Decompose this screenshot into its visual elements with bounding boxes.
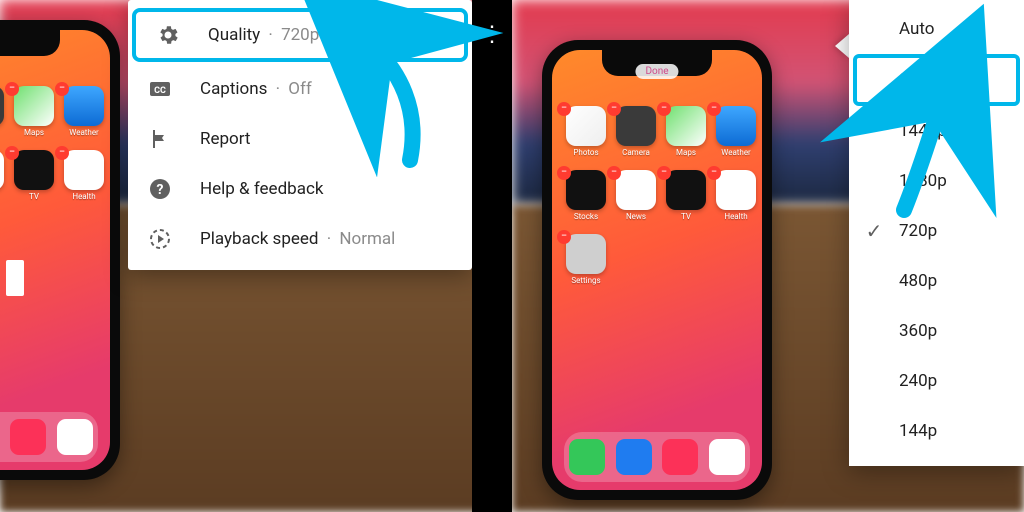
app-icon: −TV	[14, 150, 54, 204]
dock-app	[709, 439, 745, 475]
quality-label: 240p	[899, 371, 1024, 391]
quality-option[interactable]: 144p	[849, 406, 1024, 456]
app-label: TV	[681, 212, 691, 221]
app-icon: −News	[616, 170, 656, 224]
menu-item-value: Normal	[339, 229, 395, 249]
app-label: Maps	[676, 148, 696, 157]
menu-item-label: Quality	[208, 25, 260, 45]
app-label: Camera	[622, 148, 650, 157]
app-icon: −Camera	[0, 86, 4, 140]
screenshot-left: −Photos−Camera−Maps−Weather−Stocks−News−…	[0, 0, 512, 512]
app-label: Maps	[24, 128, 44, 137]
app-label: News	[626, 212, 646, 221]
app-label: Photos	[573, 148, 598, 157]
quality-option[interactable]: 480p	[849, 256, 1024, 306]
app-icon: −Stocks	[566, 170, 606, 224]
app-icon: −Weather	[716, 106, 756, 160]
quality-label: 480p	[899, 271, 1024, 291]
dock-app	[616, 439, 652, 475]
player-settings-menu: Quality · 720pCaptions · Off Report Help &…	[128, 0, 472, 270]
quality-label: 1440p	[899, 121, 1024, 141]
menu-item-report[interactable]: Report	[128, 114, 472, 164]
app-label: TV	[29, 192, 39, 201]
quality-label: 2160p	[899, 70, 1016, 90]
done-pill[interactable]: Done	[635, 64, 678, 79]
app-icon: −Settings	[566, 234, 606, 288]
menu-item-label: Playback speed	[200, 229, 319, 249]
speed-icon	[148, 227, 172, 251]
app-label: Health	[72, 192, 95, 201]
quality-option[interactable]: 360p	[849, 306, 1024, 356]
gear-icon	[156, 23, 180, 47]
quality-option[interactable]: 2160p	[853, 54, 1020, 106]
menu-item-label: Captions	[200, 79, 267, 99]
app-label: Settings	[571, 276, 600, 285]
dock-app	[662, 439, 698, 475]
quality-label: 144p	[899, 421, 1024, 441]
dock	[0, 412, 98, 462]
video-caption-tag	[6, 260, 24, 296]
app-icon: −Photos	[566, 106, 606, 160]
menu-item-quality[interactable]: Quality · 720p	[132, 8, 468, 62]
app-icon: −TV	[666, 170, 706, 224]
menu-item-label: Report	[200, 129, 250, 149]
quality-option[interactable]: 240p	[849, 356, 1024, 406]
more-vert-icon[interactable]: ⋮	[481, 22, 503, 47]
menu-item-value: Off	[288, 79, 312, 99]
menu-item-value: 720p	[281, 25, 319, 45]
quality-label: Auto	[899, 19, 1024, 39]
app-label: Health	[724, 212, 747, 221]
app-icon: −Weather	[64, 86, 104, 140]
menu-item-captions[interactable]: Captions · Off	[128, 64, 472, 114]
help-icon	[148, 177, 172, 201]
quality-option[interactable]: ✓720p	[849, 206, 1024, 256]
menu-item-speed[interactable]: Playback speed · Normal	[128, 214, 472, 264]
submenu-pointer	[835, 34, 849, 58]
home-screen-apps: −Photos−Camera−Maps−Weather−Stocks−News−…	[566, 106, 748, 288]
cc-icon	[148, 77, 172, 101]
app-icon: −Maps	[14, 86, 54, 140]
app-label: Stocks	[574, 212, 598, 221]
quality-option[interactable]: Auto	[849, 4, 1024, 54]
quality-submenu: Auto 2160p 1440p 1080p ✓720p 480p 360p 240p 144p	[849, 0, 1024, 466]
screenshot-right: Done −Photos−Camera−Maps−Weather−Stocks−…	[512, 0, 1024, 512]
app-icon: −Health	[716, 170, 756, 224]
app-icon: −Health	[64, 150, 104, 204]
quality-label: 720p	[899, 221, 1024, 241]
dock-app	[569, 439, 605, 475]
dock	[564, 432, 750, 482]
quality-label: 1080p	[899, 171, 1024, 191]
flag-icon	[148, 127, 172, 151]
phone-mockup: −Photos−Camera−Maps−Weather−Stocks−News−…	[0, 20, 120, 480]
phone-mockup: Done −Photos−Camera−Maps−Weather−Stocks−…	[542, 40, 772, 500]
dock-app	[10, 419, 46, 455]
quality-option[interactable]: 1080p	[849, 156, 1024, 206]
app-icon: −News	[0, 150, 4, 204]
app-label: Weather	[721, 148, 751, 157]
player-right-rail: ⋮	[472, 0, 512, 512]
app-label: Weather	[69, 128, 99, 137]
app-icon: −Maps	[666, 106, 706, 160]
menu-item-label: Help & feedback	[200, 179, 323, 199]
dock-app	[57, 419, 93, 455]
quality-option[interactable]: 1440p	[849, 106, 1024, 156]
home-screen-apps: −Photos−Camera−Maps−Weather−Stocks−News−…	[0, 86, 96, 268]
app-icon: −Camera	[616, 106, 656, 160]
check-icon: ✓	[849, 219, 899, 243]
quality-label: 360p	[899, 321, 1024, 341]
menu-item-help[interactable]: Help & feedback	[128, 164, 472, 214]
